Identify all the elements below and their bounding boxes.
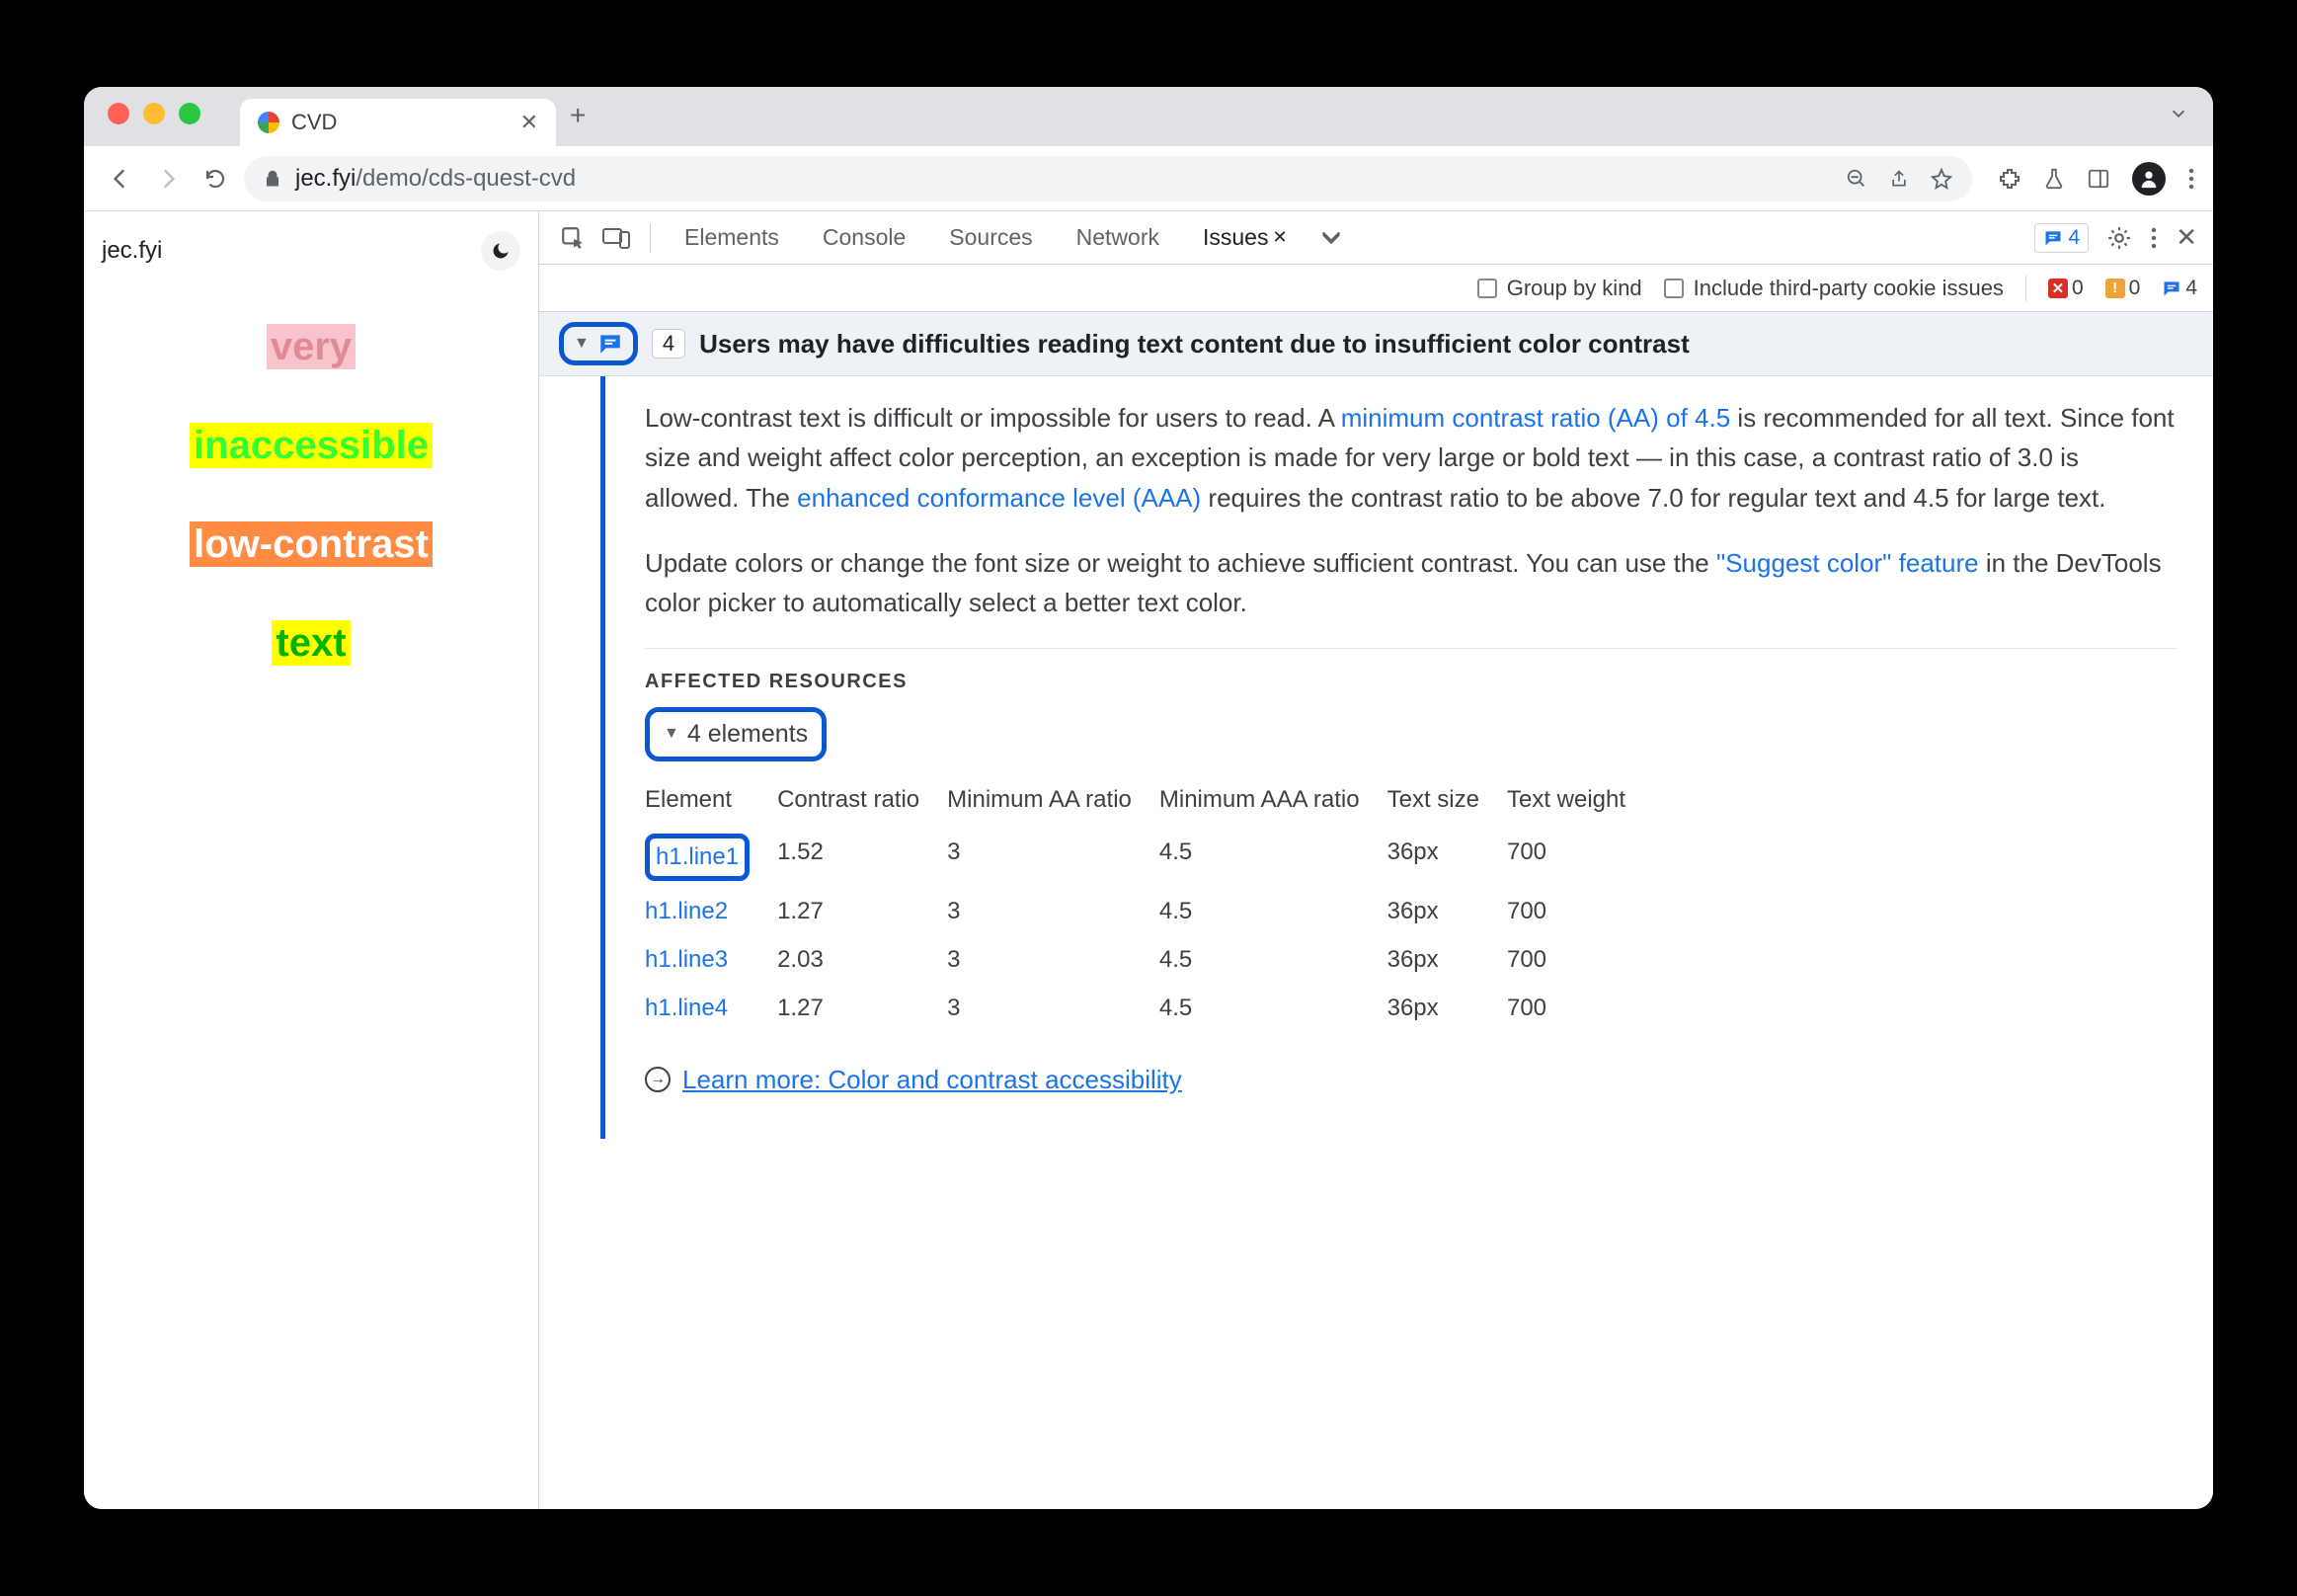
- third-party-checkbox[interactable]: Include third-party cookie issues: [1664, 276, 2004, 301]
- tab-title: CVD: [291, 110, 337, 135]
- col-aa: Minimum AA ratio: [947, 775, 1159, 828]
- devtools-close-button[interactable]: ✕: [2176, 222, 2197, 253]
- more-tabs-button[interactable]: [1313, 220, 1349, 256]
- browser-tab[interactable]: CVD ✕: [240, 99, 556, 146]
- content-area: jec.fyi very inaccessible low-contrast t…: [84, 211, 2213, 1509]
- issue-title: Users may have difficulties reading text…: [699, 329, 1690, 359]
- table-row: h1.line32.0334.536px700: [645, 935, 1653, 984]
- issue-body: Low-contrast text is difficult or imposs…: [539, 376, 2213, 1139]
- devtools-panel: Elements Console Sources Network Issues✕…: [538, 211, 2213, 1509]
- element-link[interactable]: h1.line3: [645, 946, 728, 973]
- devtools-settings-button[interactable]: [2106, 225, 2132, 251]
- reload-button[interactable]: [197, 160, 234, 198]
- affected-elements-table: Element Contrast ratio Minimum AA ratio …: [645, 775, 1653, 1032]
- omnibox-actions: [1846, 168, 1952, 190]
- window-controls: [108, 103, 200, 124]
- browser-toolbar: jec.fyi/demo/cds-quest-cvd: [84, 146, 2213, 211]
- col-weight: Text weight: [1507, 775, 1653, 828]
- tabs-dropdown-button[interactable]: [2168, 103, 2189, 124]
- bookmark-icon[interactable]: [1931, 168, 1952, 190]
- group-by-kind-checkbox[interactable]: Group by kind: [1477, 276, 1642, 301]
- table-row: h1.line41.2734.536px700: [645, 984, 1653, 1032]
- page-viewport: jec.fyi very inaccessible low-contrast t…: [84, 211, 538, 1509]
- element-link[interactable]: h1.line1: [656, 843, 739, 870]
- issue-expand-toggle[interactable]: ▼: [559, 322, 638, 365]
- labs-icon[interactable]: [2043, 167, 2065, 191]
- maximize-window-button[interactable]: [179, 103, 200, 124]
- tab-issues-close[interactable]: ✕: [1272, 227, 1287, 248]
- tab-favicon-icon: [258, 112, 279, 133]
- element-link[interactable]: h1.line4: [645, 995, 728, 1021]
- theme-toggle-button[interactable]: [481, 231, 520, 271]
- back-button[interactable]: [102, 160, 139, 198]
- sample-line-1: very: [267, 324, 356, 369]
- elements-expand-toggle[interactable]: ▼ 4 elements: [645, 707, 827, 761]
- col-element: Element: [645, 775, 777, 828]
- issue-header[interactable]: ▼ 4 Users may have difficulties reading …: [539, 312, 2213, 376]
- site-label: jec.fyi: [102, 237, 162, 265]
- chevron-down-icon: ▼: [664, 722, 679, 747]
- minimize-window-button[interactable]: [143, 103, 165, 124]
- issue-paragraph-2: Update colors or change the font size or…: [645, 543, 2178, 623]
- close-window-button[interactable]: [108, 103, 129, 124]
- affected-resources-label: AFFECTED RESOURCES: [645, 648, 2178, 697]
- element-link[interactable]: h1.line2: [645, 898, 728, 924]
- issues-count-badge[interactable]: 4: [2034, 223, 2090, 253]
- col-aaa: Minimum AAA ratio: [1159, 775, 1387, 828]
- issue-kind-icon: [597, 331, 623, 357]
- titlebar: CVD ✕ +: [84, 87, 2213, 146]
- tab-close-button[interactable]: ✕: [520, 110, 538, 135]
- url-text: jec.fyi/demo/cds-quest-cvd: [295, 165, 576, 193]
- extensions-area: [1998, 162, 2195, 196]
- error-count: ✕0: [2048, 277, 2084, 300]
- zoom-icon[interactable]: [1846, 168, 1867, 190]
- learn-more-link[interactable]: → Learn more: Color and contrast accessi…: [645, 1060, 2178, 1099]
- table-row: h1.line21.2734.536px700: [645, 887, 1653, 935]
- table-row: h1.line11.5234.536px700: [645, 828, 1653, 886]
- extensions-icon[interactable]: [1998, 167, 2021, 191]
- col-contrast: Contrast ratio: [777, 775, 947, 828]
- issue-paragraph-1: Low-contrast text is difficult or imposs…: [645, 398, 2178, 518]
- tab-sources[interactable]: Sources: [931, 211, 1050, 264]
- tab-network[interactable]: Network: [1059, 211, 1177, 264]
- devtools-menu-button[interactable]: [2150, 226, 2158, 250]
- sample-text: very inaccessible low-contrast text: [102, 306, 520, 701]
- share-icon[interactable]: [1889, 168, 1909, 190]
- sidepanel-icon[interactable]: [2087, 168, 2110, 190]
- issues-count: 4: [2162, 277, 2197, 300]
- issues-list: ▼ 4 Users may have difficulties reading …: [539, 312, 2213, 1509]
- address-bar[interactable]: jec.fyi/demo/cds-quest-cvd: [244, 156, 1972, 201]
- arrow-right-icon: →: [645, 1067, 671, 1092]
- tab-elements[interactable]: Elements: [667, 211, 797, 264]
- device-toolbar-button[interactable]: [598, 220, 634, 256]
- warning-count: !0: [2105, 277, 2141, 300]
- new-tab-button[interactable]: +: [570, 100, 586, 131]
- chrome-menu-button[interactable]: [2187, 167, 2195, 191]
- link-enhanced-level[interactable]: enhanced conformance level (AAA): [797, 483, 1201, 513]
- col-size: Text size: [1387, 775, 1507, 828]
- link-suggest-color[interactable]: "Suggest color" feature: [1716, 548, 1979, 578]
- tab-console[interactable]: Console: [805, 211, 923, 264]
- profile-avatar[interactable]: [2132, 162, 2166, 196]
- sample-line-3: low-contrast: [190, 521, 433, 567]
- issue-count-box: 4: [652, 329, 685, 359]
- link-min-contrast[interactable]: minimum contrast ratio (AA) of 4.5: [1341, 403, 1730, 433]
- lock-icon: [264, 169, 281, 189]
- browser-window: CVD ✕ + jec.fyi/demo/cds-quest-cvd: [84, 87, 2213, 1509]
- sample-line-4: text: [272, 620, 350, 666]
- devtools-tabbar: Elements Console Sources Network Issues✕…: [539, 211, 2213, 265]
- sample-line-2: inaccessible: [190, 423, 433, 468]
- issues-toolbar: Group by kind Include third-party cookie…: [539, 265, 2213, 312]
- forward-button[interactable]: [149, 160, 187, 198]
- inspect-element-button[interactable]: [555, 220, 591, 256]
- chevron-down-icon: ▼: [574, 335, 590, 353]
- tab-issues[interactable]: Issues✕: [1185, 211, 1306, 264]
